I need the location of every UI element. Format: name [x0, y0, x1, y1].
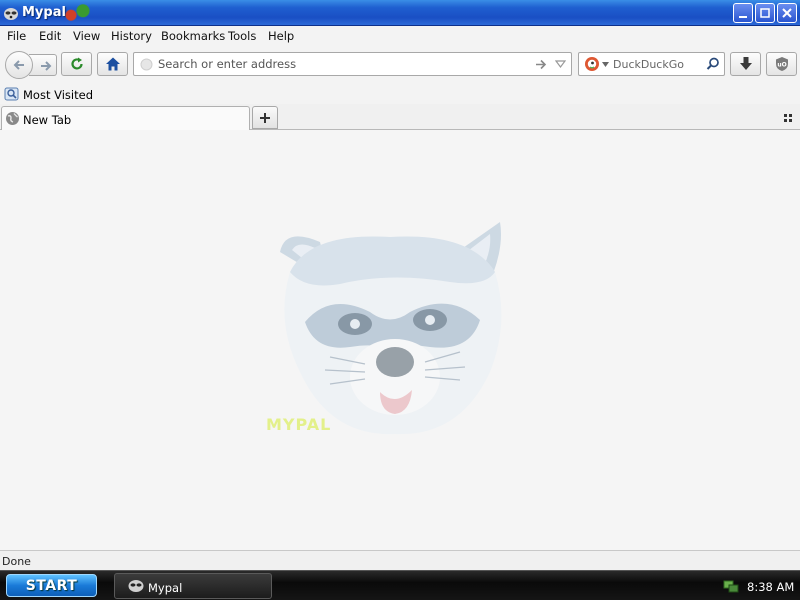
close-icon — [782, 8, 792, 18]
mascot-wordmark: MYPAL — [266, 415, 332, 434]
minimize-button[interactable] — [733, 3, 753, 23]
maximize-icon — [760, 8, 770, 18]
raccoon-mascot-logo — [280, 222, 502, 435]
clock[interactable]: 8:38 AM — [747, 580, 794, 594]
menu-view[interactable]: View — [73, 29, 100, 43]
bookmarks-toolbar: Most Visited — [0, 84, 800, 104]
tab-label: New Tab — [23, 113, 72, 127]
taskbar: START Mypal 8:38 AM — [0, 570, 800, 600]
plus-icon — [260, 113, 270, 123]
title-bar[interactable]: Mypal — [0, 0, 800, 26]
close-button[interactable] — [777, 3, 797, 23]
system-tray: 8:38 AM — [716, 573, 800, 599]
menu-history[interactable]: History — [111, 29, 152, 43]
page-identity-icon — [140, 58, 153, 71]
home-icon — [106, 57, 120, 71]
shield-icon: uO — [776, 57, 788, 71]
magnifier-icon[interactable] — [706, 57, 720, 71]
raccoon-icon — [128, 580, 144, 592]
tab-strip: New Tab — [0, 104, 800, 130]
menu-file[interactable]: File — [7, 29, 26, 43]
globe-icon — [6, 112, 19, 125]
arrow-left-icon — [13, 60, 24, 70]
go-arrow-icon[interactable] — [535, 58, 548, 71]
home-button[interactable] — [97, 52, 128, 76]
address-bar[interactable] — [133, 52, 572, 76]
grid-icon[interactable] — [783, 113, 795, 123]
taskbar-item-mypal[interactable]: Mypal — [114, 573, 272, 599]
status-bar: Done — [0, 550, 800, 570]
bookmark-folder-icon — [4, 87, 19, 101]
start-label: START — [25, 578, 78, 594]
back-forward-group — [5, 51, 57, 79]
menu-bookmarks[interactable]: Bookmarks — [161, 29, 225, 43]
reload-icon — [71, 57, 83, 70]
svg-text:uO: uO — [777, 62, 786, 69]
network-icon[interactable] — [723, 578, 739, 594]
arrow-right-icon — [41, 61, 52, 71]
menu-tools[interactable]: Tools — [228, 29, 256, 43]
address-input[interactable] — [158, 56, 528, 72]
ublock-button[interactable]: uO — [766, 52, 797, 76]
back-button[interactable] — [5, 51, 33, 79]
start-button[interactable]: START — [6, 574, 97, 597]
menu-bar: File Edit View History Bookmarks Tools H… — [0, 26, 800, 46]
status-text: Done — [2, 555, 31, 568]
chevron-down-icon[interactable] — [555, 59, 566, 69]
minimize-icon — [739, 16, 747, 18]
title-decoration — [55, 2, 95, 24]
taskbar-item-label: Mypal — [148, 581, 183, 595]
tab-new-tab[interactable]: New Tab — [1, 106, 250, 130]
duckduckgo-icon[interactable] — [584, 56, 600, 72]
raccoon-icon — [4, 8, 18, 20]
reload-button[interactable] — [61, 52, 92, 76]
bookmark-label: Most Visited — [23, 88, 93, 102]
navigation-toolbar: uO — [0, 46, 800, 84]
maximize-button[interactable] — [755, 3, 775, 23]
forward-button[interactable] — [29, 54, 57, 76]
download-icon — [740, 57, 752, 70]
search-engine-dropdown-icon[interactable] — [602, 62, 609, 67]
new-tab-page: MYPAL — [0, 130, 800, 550]
downloads-button[interactable] — [730, 52, 761, 76]
search-input[interactable] — [613, 56, 705, 72]
menu-help[interactable]: Help — [268, 29, 294, 43]
menu-edit[interactable]: Edit — [39, 29, 61, 43]
new-tab-button[interactable] — [252, 106, 278, 129]
search-bar[interactable] — [578, 52, 725, 76]
